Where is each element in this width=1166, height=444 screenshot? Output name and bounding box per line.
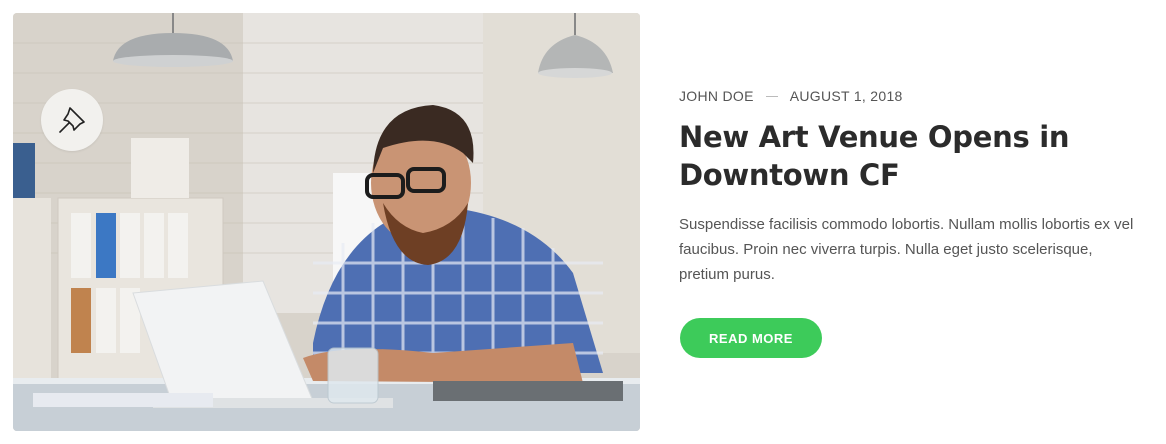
post-meta: JOHN DOE AUGUST 1, 2018 — [679, 88, 1149, 104]
post-content: JOHN DOE AUGUST 1, 2018 New Art Venue Op… — [679, 88, 1149, 287]
pin-icon — [59, 107, 85, 133]
read-more-button[interactable]: READ MORE — [680, 318, 822, 358]
post-title[interactable]: New Art Venue Opens in Downtown CF — [679, 118, 1149, 194]
post-author[interactable]: JOHN DOE — [679, 88, 754, 104]
post-date[interactable]: AUGUST 1, 2018 — [790, 88, 903, 104]
meta-separator — [765, 95, 778, 97]
post-excerpt: Suspendisse facilisis commodo lobortis. … — [679, 216, 1134, 283]
featured-image[interactable] — [13, 13, 640, 431]
featured-pin-button[interactable] — [41, 89, 103, 151]
office-photo — [13, 13, 640, 431]
blog-post-card: JOHN DOE AUGUST 1, 2018 New Art Venue Op… — [0, 0, 1166, 444]
